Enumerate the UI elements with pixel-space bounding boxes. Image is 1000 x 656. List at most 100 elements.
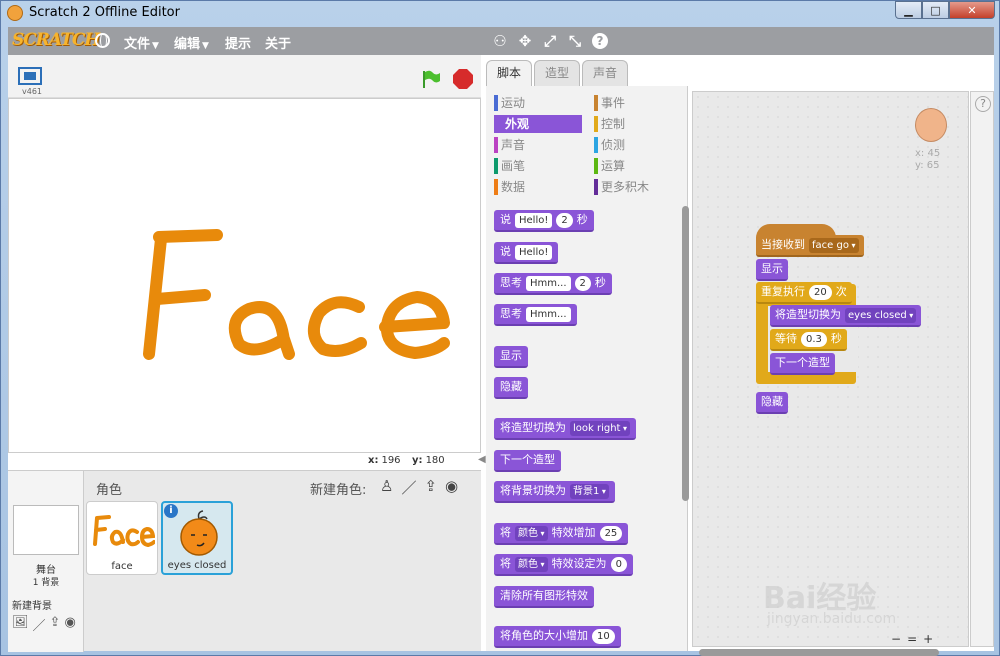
stage-thumb-column: 舞台 1 背景 新建背景 🖼 ／ ⇪ ◉ (8, 471, 84, 652)
script-repeat[interactable]: 重复执行 20 次 (756, 282, 852, 304)
block-hide[interactable]: 隐藏 (494, 377, 528, 399)
zoom-controls: − = + (891, 632, 933, 646)
block-change-size[interactable]: 将角色的大小增加 10 (494, 626, 621, 648)
green-flag-icon[interactable] (421, 69, 441, 89)
category-sound[interactable]: 声音 (494, 136, 582, 154)
script-hide[interactable]: 隐藏 (756, 392, 788, 414)
script-wait[interactable]: 等待 0.3 秒 (770, 329, 847, 351)
block-palette: 运动 事件 外观 控制 声音 侦测 画笔 运算 数据 更多积木 说 Hello! 2… (486, 86, 688, 651)
zoom-out-icon[interactable]: − (891, 632, 901, 646)
menu-bar: SCRATCH 文件 ▼ 编辑 ▼ 提示 关于 ⚇ ✥ ⤢ ⤡ ? (8, 27, 994, 55)
backdrop-library-icon[interactable]: 🖼 (12, 615, 29, 634)
category-events[interactable]: 事件 (594, 94, 682, 112)
category-pen[interactable]: 画笔 (494, 157, 582, 175)
sprite-card-face[interactable]: face (86, 501, 158, 575)
block-think[interactable]: 思考 Hmm... (494, 304, 577, 326)
category-sensing[interactable]: 侦测 (594, 136, 682, 154)
zoom-in-icon[interactable]: + (923, 632, 933, 646)
mouse-coords: x: 196 y: 180 (368, 455, 445, 466)
camera-sprite-icon[interactable]: ◉ (445, 477, 458, 498)
block-say-for-secs[interactable]: 说 Hello! 2 秒 (494, 210, 594, 232)
tab-sounds[interactable]: 声音 (582, 60, 629, 86)
sprite-y-readout: y: 65 (915, 160, 940, 171)
category-looks[interactable]: 外观 (494, 115, 582, 133)
sprite-library-icon[interactable]: ♙ (380, 477, 393, 498)
upload-sprite-icon[interactable]: ⇪ (424, 477, 437, 498)
sprite-pane: 舞台 1 背景 新建背景 🖼 ／ ⇪ ◉ 角色 新建角色: ♙ ／ ⇪ ◉ fa… (8, 470, 481, 652)
maximize-button[interactable]: □ (922, 1, 949, 19)
title-bar[interactable]: Scratch 2 Offline Editor ▁ □ ✕ (1, 1, 1000, 25)
new-sprite-label: 新建角色: (310, 483, 367, 498)
script-show[interactable]: 显示 (756, 259, 788, 281)
script-scrollbar[interactable] (699, 649, 939, 656)
block-clear-effects[interactable]: 清除所有图形特效 (494, 586, 594, 608)
palette-scrollbar[interactable] (682, 206, 689, 501)
stage-drawing-face (143, 229, 450, 360)
grow-icon[interactable]: ⤢ (540, 31, 560, 51)
window-title: Scratch 2 Offline Editor (29, 5, 180, 20)
block-say[interactable]: 说 Hello! (494, 242, 559, 264)
stop-icon[interactable] (453, 69, 473, 89)
scratch-logo[interactable]: SCRATCH (12, 30, 100, 50)
script-switch-costume[interactable]: 将造型切换为 eyes closed (770, 305, 922, 327)
tab-scripts[interactable]: 脚本 (486, 60, 533, 86)
app-window: Scratch 2 Offline Editor ▁ □ ✕ SCRATCH 文… (0, 0, 1000, 656)
editor-tabs: 脚本 造型 声音 (486, 60, 629, 86)
collapse-arrow-icon[interactable]: ◀ (478, 454, 486, 465)
menu-file[interactable]: 文件 ▼ (124, 33, 159, 52)
upload-backdrop-icon[interactable]: ⇪ (50, 615, 61, 634)
stage-canvas[interactable] (8, 98, 481, 453)
minimize-button[interactable]: ▁ (895, 1, 922, 19)
sprites-title: 角色 (96, 483, 123, 498)
block-next-costume[interactable]: 下一个造型 (494, 450, 561, 472)
script-next-costume[interactable]: 下一个造型 (770, 353, 835, 375)
stage-label: 舞台 (36, 565, 56, 576)
category-list: 运动 事件 外观 控制 声音 侦测 画笔 运算 数据 更多积木 (494, 94, 684, 198)
sprite-orange-face-thumbnail (180, 510, 218, 556)
category-motion[interactable]: 运动 (494, 94, 582, 112)
sprite-card-eyes-closed[interactable]: i eyes closed (161, 501, 233, 575)
cut-icon[interactable]: ✥ (515, 31, 535, 51)
block-set-effect[interactable]: 将颜色特效设定为0 (494, 554, 633, 576)
scratch-cat-icon (7, 5, 23, 21)
version-label: v461 (22, 87, 43, 96)
category-control[interactable]: 控制 (594, 115, 682, 133)
paint-backdrop-icon[interactable]: ／ (33, 615, 46, 634)
block-show[interactable]: 显示 (494, 346, 528, 368)
stage-header: v461 (8, 55, 481, 98)
sprite-name: eyes closed (167, 560, 227, 571)
fullscreen-icon[interactable] (18, 67, 42, 85)
menu-tips[interactable]: 提示 (225, 33, 251, 52)
sprite-x-readout: x: 45 (915, 148, 941, 159)
camera-backdrop-icon[interactable]: ◉ (64, 615, 75, 634)
block-switch-backdrop[interactable]: 将背景切换为 背景1 (494, 481, 615, 503)
tab-costumes[interactable]: 造型 (534, 60, 581, 86)
sprite-name: face (111, 561, 133, 572)
backdrop-count: 1 背景 (32, 578, 60, 588)
paint-sprite-icon[interactable]: ／ (401, 477, 416, 498)
palette-blocks: 说 Hello! 2 秒 说 Hello! 思考 Hmm... 2 秒 思考 Hmm... 显示… (494, 210, 664, 650)
info-icon[interactable]: i (164, 504, 178, 518)
category-more-blocks[interactable]: 更多积木 (594, 178, 682, 196)
current-sprite-preview (915, 108, 947, 142)
sprite-face-thumbnail (93, 515, 155, 548)
help-icon[interactable]: ? (592, 33, 608, 49)
stamp-icon[interactable]: ⚇ (490, 31, 510, 51)
category-operators[interactable]: 运算 (594, 157, 682, 175)
script-when-receive[interactable]: 当接收到 face go (756, 235, 864, 257)
block-switch-costume[interactable]: 将造型切换为 look right (494, 418, 637, 440)
zoom-reset-icon[interactable]: = (907, 632, 917, 646)
watermark-url: jingyan.baidu.com (767, 611, 897, 627)
help-question-icon[interactable]: ? (975, 96, 991, 112)
shrink-icon[interactable]: ⤡ (565, 31, 585, 51)
block-think-for-secs[interactable]: 思考 Hmm... 2 秒 (494, 273, 612, 295)
block-change-effect[interactable]: 将颜色特效增加25 (494, 523, 629, 545)
close-button[interactable]: ✕ (949, 1, 995, 19)
new-backdrop-label: 新建背景 (12, 601, 52, 612)
menu-about[interactable]: 关于 (265, 33, 291, 52)
category-data[interactable]: 数据 (494, 178, 582, 196)
baidu-watermark: Bai经验 jingyan.baidu.com (763, 551, 993, 631)
language-globe-icon[interactable] (95, 33, 110, 48)
menu-edit[interactable]: 编辑 ▼ (174, 33, 209, 52)
stage-thumbnail[interactable] (13, 505, 79, 555)
